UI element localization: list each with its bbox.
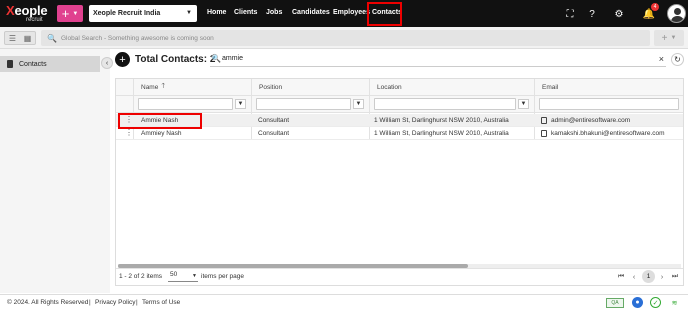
sidebar: Contacts ‹ — [0, 49, 113, 293]
table-header-row: Name 🡑 Position Location Email — [116, 79, 683, 96]
company-select[interactable]: Xeople Recruit India ▼ — [89, 5, 197, 22]
refresh-button[interactable]: ↻ — [671, 53, 684, 66]
selected-name-highlight — [118, 113, 202, 129]
chevron-down-icon: ▼ — [192, 273, 197, 279]
column-header-name[interactable]: Name 🡑 — [133, 79, 251, 96]
contact-location: 1 William St, Darlinghurst NSW 2010, Aus… — [374, 130, 509, 137]
name-filter-input[interactable] — [138, 98, 233, 110]
contact-email[interactable]: admin@entiresoftware.com — [551, 117, 630, 124]
sidebar-item-label: Contacts — [19, 60, 47, 68]
avatar[interactable] — [667, 4, 686, 23]
notification-badge: 4 — [651, 3, 659, 11]
top-navigation-bar: Xeople recruit + ▼ Xeople Recruit India ▼… — [0, 0, 688, 27]
sort-asc-icon: 🡑 — [161, 83, 165, 90]
first-page-icon[interactable]: ⏮ — [615, 271, 627, 283]
logo-text: eople — [14, 3, 48, 18]
quick-add-button[interactable]: + ▼ — [57, 5, 83, 22]
add-contact-button[interactable]: + — [115, 52, 130, 67]
nav-jobs[interactable]: Jobs — [266, 9, 282, 16]
chevron-left-icon: ‹ — [105, 59, 109, 67]
chevron-down-icon: ▼ — [72, 10, 79, 17]
prev-page-icon[interactable]: ‹ — [628, 271, 640, 283]
chevron-down-icon: ▼ — [670, 35, 677, 41]
footer: © 2024. All Rights Reserved | Privacy Po… — [0, 294, 688, 310]
filter-icon[interactable]: ▼ — [353, 99, 364, 109]
user-circle-icon[interactable]: ● — [632, 297, 643, 308]
add-menu-button[interactable]: + ▼ — [654, 30, 684, 46]
nav-candidates[interactable]: Candidates — [292, 9, 330, 16]
last-page-icon[interactable]: ⏭ — [669, 271, 681, 283]
nav-clients[interactable]: Clients — [234, 9, 257, 16]
contacts-table: Name 🡑 Position Location Email ▼ ▼ ▼ ⋮ A… — [115, 78, 684, 286]
active-nav-highlight — [367, 2, 402, 26]
pagination-bar: 1 - 2 of 2 items 50 ▼ items per page ⏮ ‹… — [116, 268, 683, 285]
page-size-select[interactable]: 50 ▼ — [168, 271, 198, 282]
help-icon[interactable]: ? — [586, 8, 598, 20]
items-per-page-label: items per page — [201, 273, 244, 280]
copy-icon[interactable] — [541, 130, 547, 137]
footer-separator: | — [89, 299, 91, 306]
column-header-position[interactable]: Position — [251, 79, 369, 96]
view-toggle[interactable]: ☰ ▦ — [4, 31, 36, 45]
close-icon[interactable]: × — [659, 54, 664, 64]
contact-position: Consultant — [258, 130, 290, 137]
gear-icon[interactable]: ⚙ — [613, 8, 625, 20]
plus-icon: + — [61, 6, 70, 21]
email-filter-input[interactable] — [539, 98, 679, 110]
chevron-down-icon: ▼ — [186, 10, 192, 16]
next-page-icon[interactable]: › — [656, 271, 668, 283]
list-view-icon[interactable]: ☰ — [5, 32, 20, 44]
footer-separator: | — [136, 299, 138, 306]
search-toolbar: ☰ ▦ 🔍 Global Search - Something awesome … — [0, 27, 688, 49]
company-select-value: Xeople Recruit India — [93, 10, 161, 17]
contacts-search-input[interactable]: 🔍 ammie × — [210, 54, 666, 67]
row-actions-icon[interactable]: ⋮ — [125, 129, 133, 137]
logo-subtitle: recruit — [26, 17, 43, 23]
global-search-placeholder: Global Search - Something awesome is com… — [60, 34, 214, 42]
fullscreen-icon[interactable]: ⛶ — [564, 8, 576, 20]
filter-icon[interactable]: ▼ — [235, 99, 246, 109]
nav-employees[interactable]: Employees — [333, 9, 370, 16]
search-icon: 🔍 — [47, 33, 57, 43]
plus-icon: + — [661, 32, 668, 44]
location-filter-input[interactable] — [374, 98, 516, 110]
privacy-policy-link[interactable]: Privacy Policy — [95, 299, 135, 306]
contact-location: 1 William St, Darlinghurst NSW 2010, Aus… — [374, 117, 509, 124]
grid-view-icon[interactable]: ▦ — [20, 32, 35, 44]
copy-icon[interactable] — [541, 117, 547, 124]
contact-position: Consultant — [258, 117, 290, 124]
check-circle-icon[interactable]: ✓ — [650, 297, 661, 308]
column-header-email[interactable]: Email — [534, 79, 683, 96]
wifi-icon: ≋ — [671, 299, 678, 307]
contact-name[interactable]: Ammiey Nash — [141, 130, 181, 137]
current-page-button[interactable]: 1 — [642, 270, 655, 283]
xeople-logo[interactable]: Xeople recruit — [6, 3, 54, 25]
contact-email[interactable]: kamakshi.bhakuni@entiresoftware.com — [551, 130, 665, 137]
terms-of-use-link[interactable]: Terms of Use — [142, 299, 180, 306]
contacts-search-value: ammie — [222, 55, 244, 62]
search-icon: 🔍 — [211, 54, 221, 63]
copyright-text: © 2024. All Rights Reserved — [7, 299, 89, 306]
plus-icon: + — [119, 53, 126, 66]
filter-icon[interactable]: ▼ — [518, 99, 529, 109]
nav-home[interactable]: Home — [207, 9, 226, 16]
qa-badge: QA — [606, 298, 624, 308]
page-title: Total Contacts: 2 — [135, 54, 216, 65]
global-search-input[interactable]: 🔍 Global Search - Something awesome is c… — [41, 30, 650, 46]
position-filter-input[interactable] — [256, 98, 351, 110]
column-header-location[interactable]: Location — [369, 79, 534, 96]
collapse-sidebar-button[interactable]: ‹ — [101, 57, 113, 69]
document-icon — [7, 60, 13, 68]
pagination-range: 1 - 2 of 2 items — [119, 273, 162, 280]
table-filter-row: ▼ ▼ ▼ — [116, 96, 683, 113]
sidebar-item-contacts[interactable]: Contacts — [0, 56, 100, 72]
refresh-icon: ↻ — [674, 55, 681, 64]
